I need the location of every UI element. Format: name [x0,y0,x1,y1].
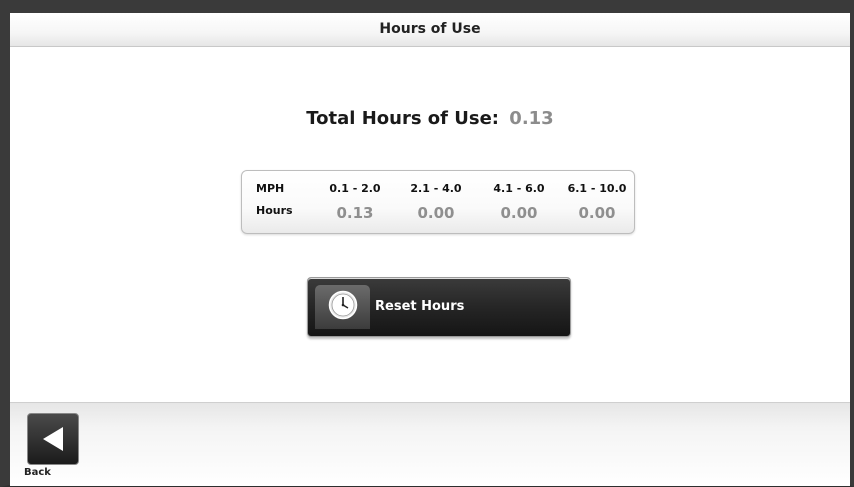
mph-header-label: MPH [256,182,285,195]
back-arrow-icon [43,427,63,451]
total-hours-label: Total Hours of Use: [306,108,500,129]
mph-range-3: 4.1 - 6.0 [493,182,545,195]
hours-value-2: 0.00 [417,204,455,222]
reset-hours-button[interactable]: Reset Hours [307,277,571,337]
mph-range-1: 0.1 - 2.0 [329,182,381,195]
main-content: Total Hours of Use: 0.13 MPH 0.1 - 2.0 2… [10,47,850,402]
footer-bar: Back [10,402,850,486]
mph-range-4: 6.1 - 10.0 [567,182,627,195]
total-hours: Total Hours of Use: 0.13 [10,108,850,129]
reset-hours-label: Reset Hours [375,299,465,314]
hours-row-label: Hours [256,204,293,217]
hours-value-3: 0.00 [500,204,538,222]
hours-value-1: 0.13 [336,204,374,222]
hours-by-speed-table: MPH 0.1 - 2.0 2.1 - 4.0 4.1 - 6.0 6.1 - … [241,170,635,234]
total-hours-value: 0.13 [509,108,554,129]
mph-range-2: 2.1 - 4.0 [410,182,462,195]
hours-value-4: 0.00 [578,204,616,222]
back-button[interactable] [27,413,79,465]
clock-icon [328,290,358,320]
page-title: Hours of Use [10,13,850,47]
back-label: Back [24,467,51,478]
